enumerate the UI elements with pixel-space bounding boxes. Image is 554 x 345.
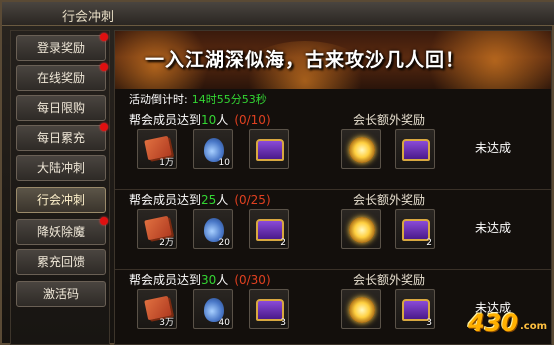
- site-watermark: 430 .com: [468, 309, 548, 337]
- requirement-number: 25: [201, 193, 217, 207]
- banner-slogan: 一入江湖深似海，古来攻沙几人回！: [145, 49, 466, 71]
- sidebar-item-activation-code[interactable]: 激活码: [16, 281, 106, 307]
- watermark-text: 430: [468, 309, 519, 337]
- orb-icon: [349, 217, 375, 243]
- sidebar-item-label: 行会冲刺: [36, 193, 85, 207]
- watermark-suffix: .com: [520, 321, 548, 332]
- window-title: 行会冲刺: [62, 10, 115, 25]
- main-content: 一入江湖深似海，古来攻沙几人回！ 活动倒计时: 14时55分53秒 帮会成员达到1…: [114, 30, 552, 345]
- sidebar-item-guild-sprint[interactable]: 行会冲刺: [16, 187, 106, 213]
- sidebar-item-daily-recharge[interactable]: 每日累充: [16, 123, 108, 151]
- chest-icon: [402, 139, 430, 161]
- countdown-value: 14时55分53秒: [191, 93, 267, 106]
- reward-qty: 3: [280, 318, 286, 328]
- countdown: 活动倒计时: 14时55分53秒: [129, 91, 267, 107]
- sidebar-item-login-reward[interactable]: 登录奖励: [16, 33, 108, 61]
- reward-qty: 2: [280, 238, 286, 248]
- reward-slot[interactable]: [249, 129, 289, 169]
- orb-icon: [349, 137, 375, 163]
- bonus-slot[interactable]: 2: [395, 209, 435, 249]
- reward-qty: 10: [218, 158, 230, 168]
- bonus-slot[interactable]: 3: [395, 289, 435, 329]
- reward-qty: 20: [218, 238, 230, 248]
- reward-slot[interactable]: 20: [193, 209, 233, 249]
- reward-slot[interactable]: 2: [249, 209, 289, 249]
- sidebar-item-continent-sprint[interactable]: 大陆冲刺: [16, 155, 106, 181]
- notification-dot: [100, 33, 108, 41]
- sidebar: 登录奖励 在线奖励 每日限购 每日累充 大陆冲刺 行会冲刺 降妖除魔 累充回馈 …: [10, 30, 110, 345]
- notification-dot: [100, 123, 108, 131]
- tier-status: 未达成: [475, 221, 512, 235]
- reward-qty: 2万: [159, 238, 174, 248]
- sidebar-item-label: 每日累充: [36, 131, 85, 145]
- reward-slot[interactable]: 1万: [137, 129, 177, 169]
- reward-qty: 40: [218, 318, 230, 328]
- reward-slot[interactable]: 2万: [137, 209, 177, 249]
- reward-qty: 3: [426, 318, 432, 328]
- activity-window: 行会冲刺 登录奖励 在线奖励 每日限购 每日累充 大陆冲刺 行会冲刺 降妖除魔 …: [0, 0, 554, 345]
- requirement-unit: 人: [216, 273, 229, 287]
- sidebar-item-label: 降妖除魔: [36, 225, 85, 239]
- sidebar-item-label: 在线奖励: [36, 71, 85, 85]
- reward-slot[interactable]: 3万: [137, 289, 177, 329]
- requirement-text: 帮会成员达到: [129, 273, 202, 287]
- sidebar-item-recharge-feedback[interactable]: 累充回馈: [16, 249, 106, 275]
- tier-requirement: 帮会成员达到10人 (0/10): [129, 111, 271, 128]
- sidebar-item-label: 累充回馈: [36, 255, 85, 269]
- leader-bonus-title: 会长额外奖励: [353, 273, 426, 287]
- banner: 一入江湖深似海，古来攻沙几人回！: [115, 31, 551, 89]
- tier-status: 未达成: [475, 141, 512, 155]
- bonus-slot[interactable]: [341, 209, 381, 249]
- sidebar-item-demon-slaying[interactable]: 降妖除魔: [16, 217, 108, 245]
- notification-dot: [100, 217, 108, 225]
- tier-section: 帮会成员达到25人 (0/25) 会长额外奖励 2万 20 2 2 未达成: [115, 189, 551, 271]
- requirement-number: 30: [201, 273, 217, 287]
- requirement-number: 10: [201, 113, 217, 127]
- sidebar-item-label: 激活码: [42, 287, 79, 301]
- requirement-text: 帮会成员达到: [129, 113, 202, 127]
- requirement-text: 帮会成员达到: [129, 193, 202, 207]
- tier-requirement: 帮会成员达到25人 (0/25): [129, 191, 271, 208]
- requirement-progress: (0/10): [234, 113, 271, 127]
- sidebar-item-daily-limited[interactable]: 每日限购: [16, 95, 106, 121]
- bonus-slot[interactable]: [341, 289, 381, 329]
- leader-bonus-title: 会长额外奖励: [353, 193, 426, 207]
- chest-icon: [256, 139, 284, 161]
- requirement-unit: 人: [216, 193, 229, 207]
- reward-qty: 3万: [159, 318, 174, 328]
- tier-requirement: 帮会成员达到30人 (0/30): [129, 271, 271, 288]
- reward-slot[interactable]: 40: [193, 289, 233, 329]
- section-divider: [115, 189, 551, 190]
- reward-slot[interactable]: 10: [193, 129, 233, 169]
- tier-section: 帮会成员达到10人 (0/10) 会长额外奖励 1万 10 未达成: [115, 109, 551, 191]
- bonus-slot[interactable]: [341, 129, 381, 169]
- sidebar-item-label: 大陆冲刺: [36, 161, 85, 175]
- leader-bonus-title: 会长额外奖励: [353, 113, 426, 127]
- reward-qty: 1万: [159, 158, 174, 168]
- notification-dot: [100, 63, 108, 71]
- sidebar-item-label: 每日限购: [36, 101, 85, 115]
- bonus-slot[interactable]: [395, 129, 435, 169]
- reward-slot[interactable]: 3: [249, 289, 289, 329]
- window-title-bar: 行会冲刺: [2, 2, 554, 26]
- requirement-progress: (0/30): [234, 273, 271, 287]
- requirement-progress: (0/25): [234, 193, 271, 207]
- countdown-label: 活动倒计时:: [129, 93, 188, 106]
- requirement-unit: 人: [216, 113, 229, 127]
- orb-icon: [349, 297, 375, 323]
- reward-qty: 2: [426, 238, 432, 248]
- sidebar-item-label: 登录奖励: [36, 41, 85, 55]
- section-divider: [115, 269, 551, 270]
- sidebar-item-online-reward[interactable]: 在线奖励: [16, 63, 108, 91]
